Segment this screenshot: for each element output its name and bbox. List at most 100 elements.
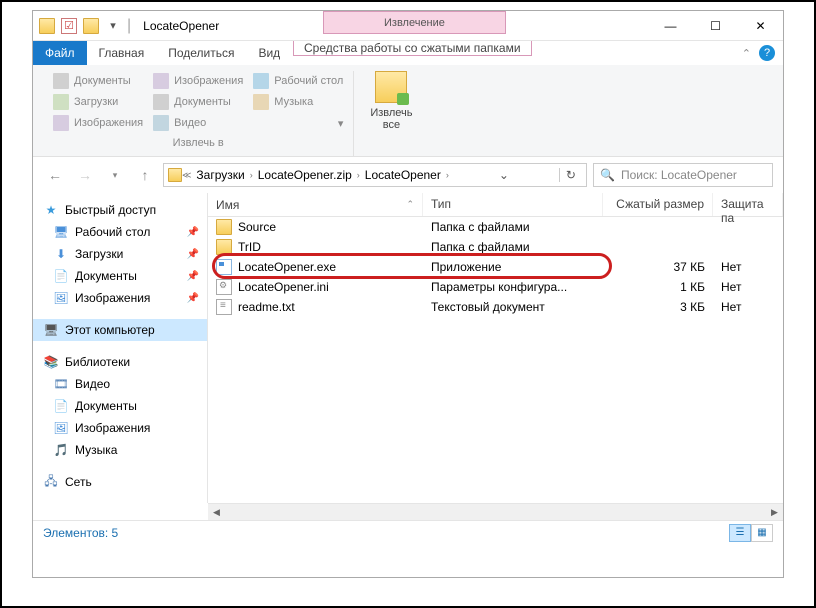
- network-icon: 🖧: [43, 474, 59, 490]
- address-dropdown-icon[interactable]: ⌄: [493, 168, 515, 182]
- extract-all-label: Извлечь все: [370, 107, 412, 131]
- this-pc-icon: 🖥: [43, 322, 59, 338]
- column-headers: Имя⌃ Тип Сжатый размер Защита па: [208, 193, 783, 217]
- ribbon-more-icon[interactable]: ▾: [253, 113, 343, 133]
- ribbon-dest-video[interactable]: Видео: [153, 113, 243, 133]
- ribbon-collapse-icon[interactable]: ⌃: [742, 47, 751, 60]
- table-row[interactable]: LocateOpener.exeПриложение37 КБНет: [208, 257, 783, 277]
- sidebar-libraries[interactable]: 📚Библиотеки: [33, 351, 207, 373]
- address-bar[interactable]: ≪ Загрузки › LocateOpener.zip › LocateOp…: [163, 163, 587, 187]
- refresh-icon[interactable]: ↻: [559, 168, 582, 182]
- sidebar-network[interactable]: 🖧Сеть: [33, 471, 207, 493]
- search-input[interactable]: 🔍 Поиск: LocateOpener: [593, 163, 773, 187]
- file-type: Параметры конфигура...: [423, 280, 603, 294]
- column-protection[interactable]: Защита па: [713, 193, 783, 216]
- ribbon-dest-images[interactable]: Изображения: [153, 71, 243, 91]
- sidebar-item-label: Этот компьютер: [65, 323, 155, 337]
- nav-up-button[interactable]: ↑: [133, 163, 157, 187]
- sidebar-item-label: Загрузки: [75, 247, 123, 261]
- qat-properties-icon[interactable]: ☑: [61, 18, 77, 34]
- file-protection: Нет: [713, 300, 783, 314]
- file-name: LocateOpener.exe: [238, 260, 336, 274]
- nav-back-button[interactable]: ←: [43, 163, 67, 187]
- sidebar-item-video[interactable]: 🎞Видео: [33, 373, 207, 395]
- ribbon-tabs: Файл Главная Поделиться Вид Средства раб…: [33, 41, 783, 65]
- sidebar-item-label: Видео: [75, 377, 110, 391]
- pin-icon: 📌: [187, 249, 199, 260]
- ribbon-extract-all[interactable]: Извлечь все: [354, 71, 428, 156]
- table-row[interactable]: SourceПапка с файлами: [208, 217, 783, 237]
- sidebar-item-downloads[interactable]: ⬇ Загрузки 📌: [33, 243, 207, 265]
- documents-icon: 📄: [53, 398, 69, 414]
- tab-compressed-tools[interactable]: Средства работы со сжатыми папками: [293, 41, 532, 56]
- documents-icon: 📄: [53, 268, 69, 284]
- sidebar-item-documents2[interactable]: 📄 Документы: [33, 395, 207, 417]
- qat-dropdown-icon[interactable]: ▾: [105, 18, 121, 34]
- sidebar-item-label: Быстрый доступ: [65, 203, 156, 217]
- sidebar-item-images[interactable]: 🖼Изображения📌: [33, 287, 207, 309]
- view-details-button[interactable]: ☰: [729, 524, 751, 542]
- table-row[interactable]: LocateOpener.iniПараметры конфигура...1 …: [208, 277, 783, 297]
- sidebar-this-pc[interactable]: 🖥 Этот компьютер: [33, 319, 207, 341]
- table-row[interactable]: readme.txtТекстовый документ3 КБНет: [208, 297, 783, 317]
- file-name: readme.txt: [238, 300, 295, 314]
- chevron-icon[interactable]: ›: [446, 170, 449, 180]
- file-name: TrID: [238, 240, 261, 254]
- desktop-icon: 🖥: [53, 224, 69, 240]
- chevron-icon[interactable]: ≪: [182, 170, 191, 181]
- sidebar-item-music[interactable]: 🎵Музыка: [33, 439, 207, 461]
- column-size[interactable]: Сжатый размер: [603, 193, 713, 216]
- horizontal-scrollbar[interactable]: ◀ ▶: [208, 503, 783, 520]
- breadcrumb-seg-0[interactable]: Загрузки: [191, 168, 249, 182]
- breadcrumb-seg-1[interactable]: LocateOpener.zip: [253, 168, 357, 182]
- main-area: ★ Быстрый доступ 🖥Рабочий стол📌 ⬇ Загрузк…: [33, 193, 783, 503]
- column-name[interactable]: Имя⌃: [208, 193, 423, 216]
- address-folder-icon: [168, 168, 182, 182]
- sidebar-item-desktop[interactable]: 🖥Рабочий стол📌: [33, 221, 207, 243]
- sidebar-item-label: Изображения: [75, 421, 150, 435]
- sidebar-quick-access[interactable]: ★ Быстрый доступ: [33, 199, 207, 221]
- maximize-button[interactable]: ☐: [693, 11, 738, 41]
- images-icon: 🖼: [53, 420, 69, 436]
- tab-view[interactable]: Вид: [246, 41, 292, 65]
- titlebar: ☑ ▾ | LocateOpener Извлечение — ☐ ✕: [33, 11, 783, 41]
- help-icon[interactable]: ?: [759, 45, 775, 61]
- star-icon: ★: [43, 202, 59, 218]
- ribbon-dest-images2[interactable]: Изображения: [53, 113, 143, 133]
- tab-home[interactable]: Главная: [87, 41, 157, 65]
- ribbon-dest-desktop[interactable]: Рабочий стол: [253, 71, 343, 91]
- ribbon-dest-documents2[interactable]: Документы: [153, 92, 243, 112]
- scroll-right-button[interactable]: ▶: [766, 504, 783, 521]
- nav-recent-dropdown[interactable]: ▾: [103, 163, 127, 187]
- ribbon-dest-downloads[interactable]: Загрузки: [53, 92, 143, 112]
- ribbon-group-extract-to: Документы Изображения Рабочий стол Загру…: [43, 71, 354, 156]
- breadcrumb-seg-2[interactable]: LocateOpener: [360, 168, 446, 182]
- ribbon-group-label: Извлечь в: [53, 137, 343, 149]
- contextual-tab-header: Извлечение: [323, 11, 506, 34]
- exe-icon: [216, 259, 232, 275]
- qat-newfolder-icon[interactable]: [83, 18, 99, 34]
- app-icon: [39, 18, 55, 34]
- file-name: LocateOpener.ini: [238, 280, 329, 294]
- sidebar-item-label: Музыка: [75, 443, 117, 457]
- ribbon-dest-music[interactable]: Музыка: [253, 92, 343, 112]
- sidebar-item-documents[interactable]: 📄Документы📌: [33, 265, 207, 287]
- view-icons-button[interactable]: ▦: [751, 524, 773, 542]
- explorer-window: ☑ ▾ | LocateOpener Извлечение — ☐ ✕ Файл…: [32, 10, 784, 578]
- nav-forward-button[interactable]: →: [73, 163, 97, 187]
- file-list: Имя⌃ Тип Сжатый размер Защита па SourceП…: [208, 193, 783, 503]
- downloads-icon: ⬇: [53, 246, 69, 262]
- search-icon: 🔍: [600, 168, 615, 182]
- close-button[interactable]: ✕: [738, 11, 783, 41]
- sidebar-item-label: Документы: [75, 399, 137, 413]
- column-type[interactable]: Тип: [423, 193, 603, 216]
- pin-icon: 📌: [187, 227, 199, 238]
- ribbon-dest-documents[interactable]: Документы: [53, 71, 143, 91]
- minimize-button[interactable]: —: [648, 11, 693, 41]
- file-protection: Нет: [713, 260, 783, 274]
- table-row[interactable]: TrIDПапка с файлами: [208, 237, 783, 257]
- scroll-left-button[interactable]: ◀: [208, 504, 225, 521]
- tab-share[interactable]: Поделиться: [156, 41, 246, 65]
- sidebar-item-images2[interactable]: 🖼 Изображения: [33, 417, 207, 439]
- tab-file[interactable]: Файл: [33, 41, 87, 65]
